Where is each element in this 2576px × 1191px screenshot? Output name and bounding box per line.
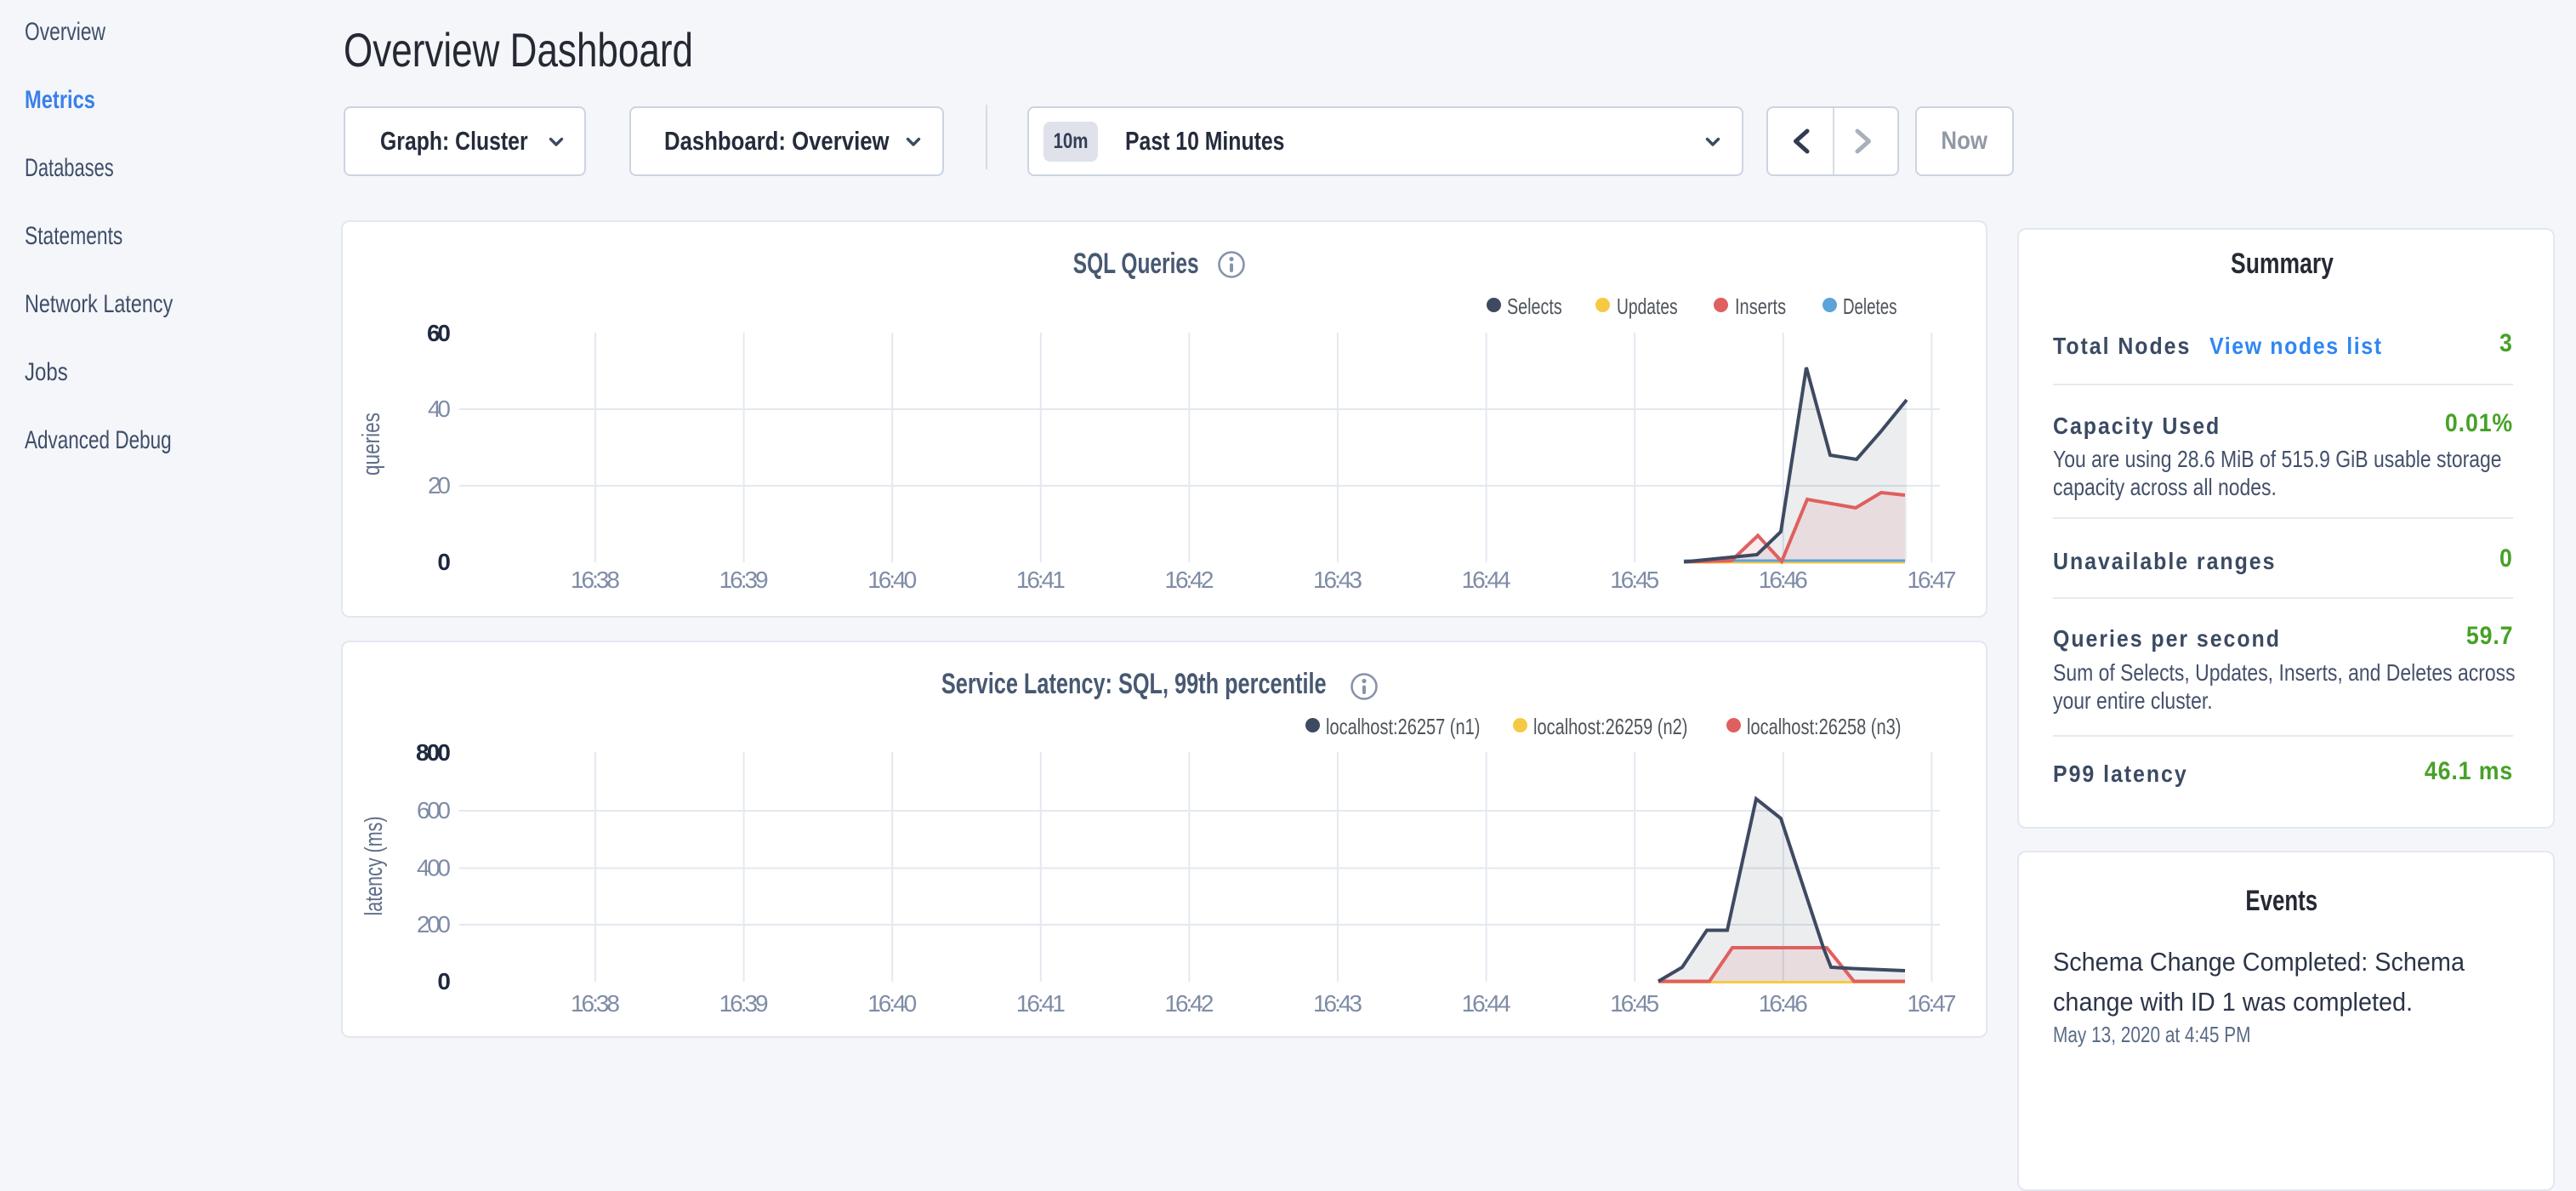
svg-text:16:40: 16:40 (867, 567, 917, 593)
svg-text:16:39: 16:39 (719, 990, 769, 1017)
svg-text:16:45: 16:45 (1610, 990, 1659, 1017)
svg-text:16:47: 16:47 (1907, 990, 1956, 1017)
svg-text:16:42: 16:42 (1164, 567, 1214, 593)
svg-text:0: 0 (437, 968, 451, 994)
svg-text:16:47: 16:47 (1907, 567, 1956, 593)
svg-text:16:41: 16:41 (1016, 990, 1066, 1017)
svg-text:queries: queries (358, 413, 385, 476)
svg-text:16:46: 16:46 (1759, 567, 1808, 593)
svg-text:600: 600 (417, 797, 451, 823)
svg-text:16:40: 16:40 (867, 990, 917, 1017)
svg-text:16:45: 16:45 (1610, 567, 1659, 593)
svg-text:16:42: 16:42 (1164, 990, 1214, 1017)
svg-text:400: 400 (417, 855, 451, 881)
svg-text:800: 800 (416, 739, 451, 766)
svg-text:16:41: 16:41 (1016, 567, 1066, 593)
svg-text:16:44: 16:44 (1462, 990, 1511, 1017)
svg-text:latency (ms): latency (ms) (361, 817, 388, 916)
svg-text:16:43: 16:43 (1313, 990, 1362, 1017)
svg-text:0: 0 (437, 549, 451, 575)
svg-text:16:46: 16:46 (1759, 990, 1808, 1017)
svg-text:16:44: 16:44 (1462, 567, 1511, 593)
svg-text:16:43: 16:43 (1313, 567, 1362, 593)
svg-text:40: 40 (428, 396, 451, 422)
svg-text:60: 60 (427, 320, 451, 346)
svg-text:16:38: 16:38 (571, 567, 620, 593)
svg-text:20: 20 (428, 472, 451, 499)
svg-text:16:38: 16:38 (571, 990, 620, 1017)
svg-text:16:39: 16:39 (719, 567, 769, 593)
svg-text:200: 200 (417, 911, 451, 937)
